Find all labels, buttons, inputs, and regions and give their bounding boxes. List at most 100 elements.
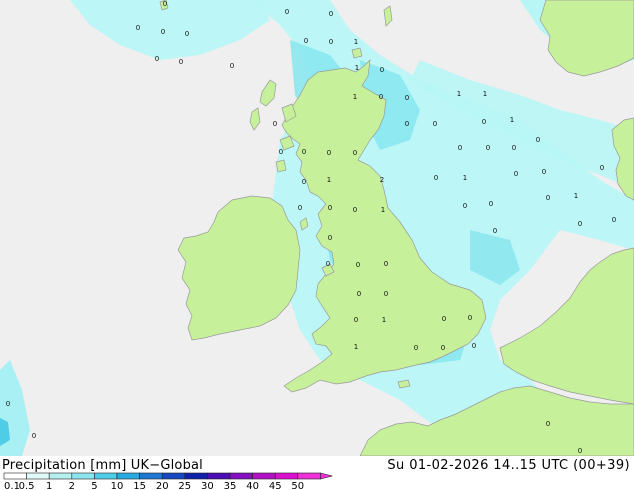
precip-value-label: 0 [230,62,234,70]
precip-value-label: 0 [279,148,283,156]
precip-value-label: 0 [179,58,183,66]
colorbar-tick-label: 1 [46,481,52,490]
precip-value-label: 1 [463,174,467,182]
precip-value-label: 0 [329,38,333,46]
precip-value-label: 0 [463,202,467,210]
colorbar-swatch [3,472,27,480]
precip-value-label: 0 [458,144,462,152]
precip-value-label: 1 [327,176,331,184]
precip-value-label: 0 [536,136,540,144]
precip-value-label: 0 [384,260,388,268]
colorbar-swatch [94,472,118,480]
precip-value-label: 0 [163,0,167,8]
colorbar-swatch [274,472,299,480]
precip-value-label: 0 [493,227,497,235]
colorbar-tick-label: 30 [201,481,214,490]
precip-value-label: 0 [302,148,306,156]
precip-value-label: 0 [273,120,277,128]
precip-value-label: 0 [442,315,446,323]
precip-value-label: 0 [326,260,330,268]
colorbar-swatch [161,472,186,480]
precip-value-label: 0 [514,170,518,178]
precip-value-label: 0 [354,316,358,324]
precip-value-label: 0 [136,24,140,32]
precip-value-label: 1 [574,192,578,200]
colorbar-tick-label: 50 [291,481,304,490]
precip-value-label: 1 [355,64,359,72]
colorbar-tick-label: 15 [133,481,146,490]
precip-value-label: 0 [298,204,302,212]
precip-value-label: 0 [512,144,516,152]
colorbar-swatch [139,472,163,480]
precip-value-label: 2 [380,176,384,184]
colorbar-swatch [26,472,50,480]
precip-value-label: 0 [327,149,331,157]
precip-value-label: 1 [382,316,386,324]
colorbar-tick-label: 45 [269,481,282,490]
precip-value-label: 0 [468,314,472,322]
precip-value-label: 1 [354,38,358,46]
precip-value-label: 0 [380,66,384,74]
colorbar-tick-label: 0.5 [19,481,35,490]
colorbar-tick-label: 35 [224,481,237,490]
precip-value-label: 0 [353,206,357,214]
colorbar-tick-label: 0.1 [4,481,20,490]
colorbar-tick-label: 20 [156,481,169,490]
precip-value-label: 0 [329,10,333,18]
precip-value-label: 0 [304,37,308,45]
precip-value-label: 0 [546,194,550,202]
orkney [351,47,363,59]
precip-value-label: 0 [285,8,289,16]
precip-value-label: 0 [185,30,189,38]
precip-value-label: 0 [328,204,332,212]
precip-value-label: 0 [155,55,159,63]
precip-value-label: 0 [328,234,332,242]
precip-value-label: 0 [356,261,360,269]
colorbar-swatch [116,472,140,480]
precip-value-label: 0 [161,28,165,36]
precip-value-label: 1 [457,90,461,98]
colorbar-swatch [184,472,208,480]
colorbar-tick-label: 5 [91,481,97,490]
map-footer: Precipitation [mm] UK−Global Su 01-02-20… [0,456,634,490]
precip-value-label: 0 [486,144,490,152]
precip-value-label: 0 [489,200,493,208]
colorbar-swatch [207,472,231,480]
legend-title: Precipitation [mm] UK−Global [2,458,203,473]
precip-value-label: 0 [384,290,388,298]
precip-value-label: 0 [379,93,383,101]
precipitation-colorbar: 0.10.5 1 2 5 10 15 20 25 30 35 40 45 50 [3,472,333,490]
map-canvas[interactable]: 0 0 0 0 0 0 1 0 0 0 0 0 1 0 1 0 0 1 1 0 0 0 1 0 0 0 0 2 0 1 0 0 0 0 0 0 0 0 1 0… [0,0,634,456]
precip-value-label: 0 [405,94,409,102]
precip-value-label: 0 [612,216,616,224]
forecast-datetime: Su 01-02-2026 14..15 UTC (00+39) [387,458,630,473]
colorbar-tick-label: 10 [111,481,124,490]
colorbar-swatch [71,472,95,480]
colorbar-overflow-arrow [320,472,333,480]
colorbar-swatch [252,472,276,480]
precip-value-label: 0 [6,400,10,408]
precipitation-map[interactable]: 0 0 0 0 0 0 1 0 0 0 0 0 1 0 1 0 0 1 1 0 0 0 1 0 0 0 0 2 0 1 0 0 0 0 0 0 0 0 1 0… [0,0,634,456]
precip-value-label: 0 [482,118,486,126]
colorbar-tick-label: 25 [178,481,191,490]
precip-value-label: 0 [441,344,445,352]
colorbar-swatch [297,472,321,480]
precip-value-label: 0 [434,174,438,182]
precip-value-label: 1 [510,116,514,124]
precip-value-label: 1 [353,93,357,101]
precip-value-label: 0 [546,420,550,428]
precip-value-label: 0 [414,344,418,352]
precip-value-label: 0 [600,164,604,172]
colorbar-tick-label: 2 [69,481,75,490]
precip-value-label: 0 [542,168,546,176]
precip-value-label: 0 [578,447,582,455]
precip-value-label: 0 [405,120,409,128]
precip-value-label: 1 [354,343,358,351]
colorbar-tick-label: 40 [246,481,259,490]
precip-value-label: 1 [483,90,487,98]
precip-value-label: 0 [353,149,357,157]
precip-value-label: 0 [433,120,437,128]
precip-value-label: 1 [381,206,385,214]
colorbar-swatch [48,472,73,480]
precip-value-label: 0 [302,178,306,186]
